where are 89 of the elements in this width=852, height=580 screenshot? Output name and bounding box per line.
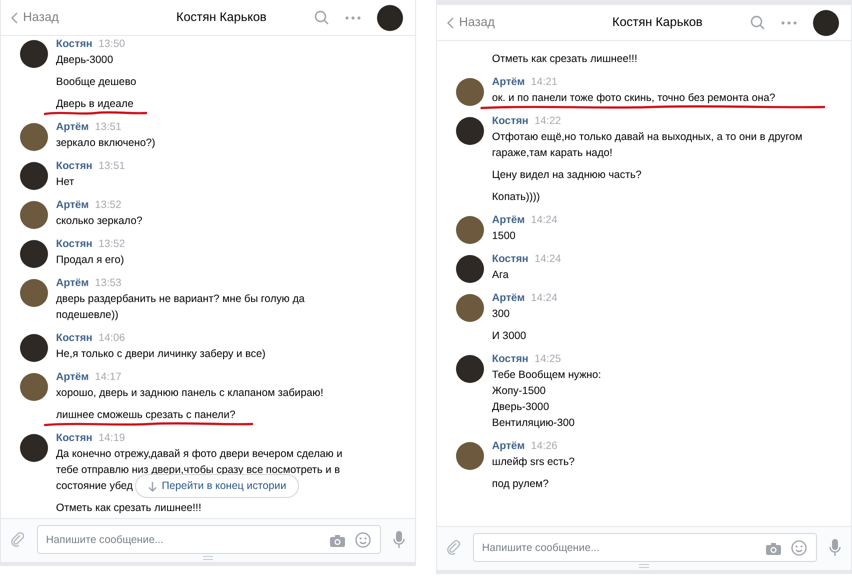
message-time: 13:52: [94, 199, 122, 212]
smiley-icon[interactable]: [355, 532, 371, 548]
message-text: подешевле)): [56, 308, 118, 323]
message-text: хорошо, дверь и заднюю панель с клапаном забираю!: [56, 386, 324, 401]
message-time: 13:53: [94, 277, 122, 290]
message-text: Цену видел на заднюю часть?: [492, 168, 642, 183]
author-name: Артём: [56, 199, 89, 212]
message-time: 14:21: [530, 76, 558, 89]
search-icon[interactable]: [314, 10, 329, 25]
message-time: 14:24: [534, 253, 561, 266]
back-link[interactable]: Назад: [11, 8, 59, 27]
back-chevron-icon: [447, 16, 454, 28]
message-input[interactable]: Напишите сообщение...: [473, 533, 817, 562]
message-time: 14:26: [530, 440, 558, 453]
down-arrow-icon: [148, 480, 157, 492]
message-text: ок. и по панели тоже фото скинь, точно без ремонта она?: [492, 91, 776, 106]
message-text: зеркало включено?): [56, 136, 156, 151]
author-name: Костян: [492, 353, 528, 366]
author-name: Артём: [56, 371, 89, 384]
search-icon[interactable]: [750, 15, 765, 30]
message-text: Не,я только с двери личинку заберу и все): [56, 347, 266, 362]
message-text: Ага: [492, 268, 509, 283]
message-text: 1500: [492, 229, 516, 244]
jump-to-end-button[interactable]: Перейти в конец истории: [134, 474, 300, 498]
message-time: 14:19: [98, 432, 125, 445]
message-time: 13:50: [98, 38, 125, 51]
message-text: дверь раздербанить не вариант? мне бы голую да: [56, 292, 305, 307]
paperclip-icon[interactable]: [447, 540, 461, 556]
message-input[interactable]: Напишите сообщение...: [37, 525, 381, 554]
smiley-icon[interactable]: [791, 540, 807, 556]
more-options-icon[interactable]: [345, 16, 361, 20]
microphone-icon[interactable]: [829, 538, 841, 556]
camera-icon[interactable]: [766, 542, 781, 554]
author-name: Артём: [492, 214, 525, 227]
message-text: под рулем?: [492, 477, 549, 492]
message-time: 14:22: [534, 115, 561, 128]
microphone-icon[interactable]: [393, 530, 405, 549]
author-name: Костян: [56, 332, 92, 345]
resize-handle-icon[interactable]: [639, 564, 649, 568]
message-time: 14:24: [530, 214, 558, 227]
message-text: 300: [492, 307, 510, 322]
message-time: 13:51: [94, 121, 122, 134]
author-name: Артём: [56, 121, 89, 134]
message-time: 14:25: [534, 353, 561, 366]
message-text: Да конечно отрежу,давай я фото двери вечером сделаю и: [56, 447, 342, 462]
message-text: Нет: [56, 175, 74, 190]
author-name: Костян: [56, 432, 92, 445]
message-text: Вообще дешево: [56, 75, 136, 90]
message-text: Дверь-3000: [56, 53, 114, 68]
contact-avatar[interactable]: [377, 4, 403, 30]
camera-icon[interactable]: [330, 534, 345, 547]
more-options-icon[interactable]: [781, 20, 797, 24]
message-time: 13:51: [98, 160, 125, 173]
message-text: И 3000: [492, 329, 526, 344]
message-text: Дверь в идеале: [56, 97, 134, 112]
chat-title: Костян Карьков: [176, 9, 267, 26]
author-name: Артём: [492, 292, 525, 305]
author-name: Костян: [56, 38, 92, 51]
message-text: Отметь как срезать лишнее!!!: [492, 52, 638, 67]
message-text: шлейф srs есть?: [492, 455, 575, 470]
message-text: Отфотаю ещё,но только давай на выходных, а то они в другом: [492, 130, 802, 145]
message-text: Тебе Вообщем нужно:: [492, 368, 602, 383]
message-text: лишнее сможешь срезать с панели?: [56, 408, 236, 423]
message-text: Вентиляцию-300: [492, 416, 575, 431]
message-time: 14:06: [98, 332, 125, 345]
message-text: Жопу-1500: [492, 384, 546, 399]
message-text: состояние убед: [56, 479, 133, 494]
back-link[interactable]: Назад: [447, 13, 495, 32]
message-time: 14:17: [94, 371, 122, 384]
author-name: Артём: [492, 76, 525, 89]
author-name: Артём: [56, 277, 89, 290]
author-name: Костян: [56, 238, 92, 251]
message-time: 13:52: [98, 238, 125, 251]
back-chevron-icon: [11, 12, 18, 24]
message-text: Продал я его): [56, 253, 124, 268]
message-text: Копать)))): [492, 190, 540, 205]
author-name: Костян: [56, 160, 92, 173]
paperclip-icon[interactable]: [11, 532, 25, 548]
author-name: Костян: [492, 253, 528, 266]
contact-avatar[interactable]: [813, 10, 839, 36]
author-name: Костян: [492, 115, 528, 128]
message-text: Отметь как срезать лишнее!!!: [56, 501, 202, 516]
message-time: 14:24: [530, 292, 558, 305]
author-name: Артём: [492, 440, 525, 453]
message-text: сколько зеркало?: [56, 214, 142, 229]
chat-title: Костян Карьков: [612, 14, 703, 32]
message-text: Дверь-3000: [492, 400, 550, 415]
resize-handle-icon[interactable]: [203, 556, 213, 560]
message-text: гараже,там карать надо!: [492, 146, 612, 161]
